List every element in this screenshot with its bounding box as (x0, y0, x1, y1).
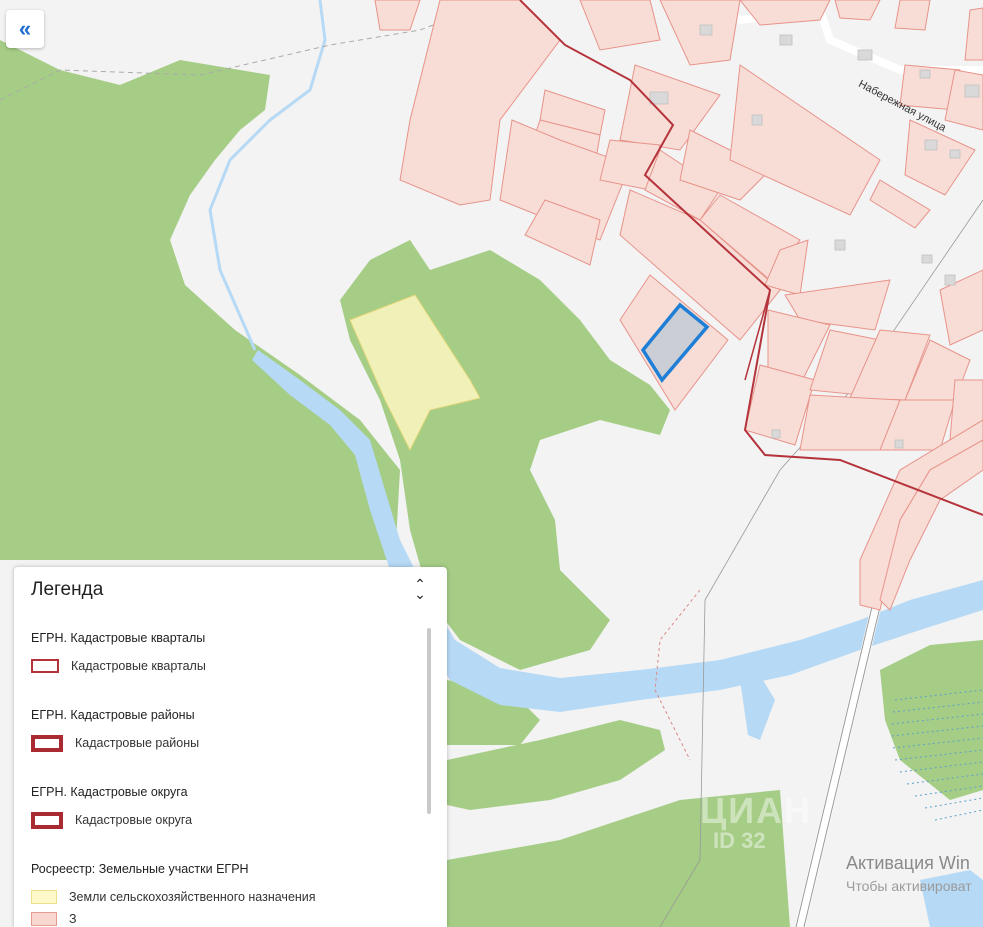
legend-panel: Легенда ⌃ ⌄ ЕГРН. Кадастровые кварталы Ка… (14, 567, 447, 927)
legend-swatch-pink (31, 912, 57, 926)
legend-item: Кадастровые районы (31, 733, 421, 753)
legend-section-okruga: ЕГРН. Кадастровые округа Кадастровые окр… (31, 783, 421, 860)
legend-item-label: Кадастровые округа (75, 813, 193, 827)
legend-section-title: ЕГРН. Кадастровые кварталы (31, 631, 206, 645)
legend-item-label: Кадастровые районы (75, 736, 200, 750)
legend-item: Кадастровые кварталы (31, 656, 421, 676)
legend-swatch-yellow (31, 890, 57, 904)
legend-swatch-thick-border (31, 811, 63, 829)
cian-watermark-id: ID 32 (713, 828, 766, 853)
windows-activation-watermark: Активация Win (846, 853, 970, 873)
legend-item: Земли сельскохозяйственного назначения (31, 887, 421, 907)
legend-section-land-plots: Росреестр: Земельные участки ЕГРН Земли … (31, 860, 421, 927)
legend-section-quarters: ЕГРН. Кадастровые кварталы Кадастровые к… (31, 629, 421, 706)
legend-section-title: ЕГРН. Кадастровые округа (31, 785, 188, 799)
legend-item-label: З (69, 912, 77, 926)
legend-item-label: Земли сельскохозяйственного назначения (69, 890, 316, 904)
collapse-panel-button[interactable]: « (6, 10, 44, 48)
chevron-up-down-icon[interactable]: ⌃ ⌄ (410, 577, 430, 601)
legend-item-label: Кадастровые кварталы (71, 659, 206, 673)
legend-section-title: Росреестр: Земельные участки ЕГРН (31, 862, 249, 876)
legend-swatch-thick-border (31, 734, 63, 752)
legend-scrollbar[interactable] (427, 628, 431, 814)
double-chevron-left-icon: « (18, 16, 32, 41)
legend-item: Кадастровые округа (31, 810, 421, 830)
legend-item: З (31, 909, 421, 927)
legend-section-districts: ЕГРН. Кадастровые районы Кадастровые рай… (31, 706, 421, 783)
legend-section-title: ЕГРН. Кадастровые районы (31, 708, 195, 722)
cian-watermark-logo: ЦИАН (700, 790, 813, 831)
windows-activation-subtext: Чтобы активироват (846, 878, 972, 894)
legend-body: ЕГРН. Кадастровые кварталы Кадастровые к… (31, 629, 421, 927)
legend-title: Легенда (31, 579, 104, 600)
legend-swatch-thin-border (31, 659, 59, 673)
